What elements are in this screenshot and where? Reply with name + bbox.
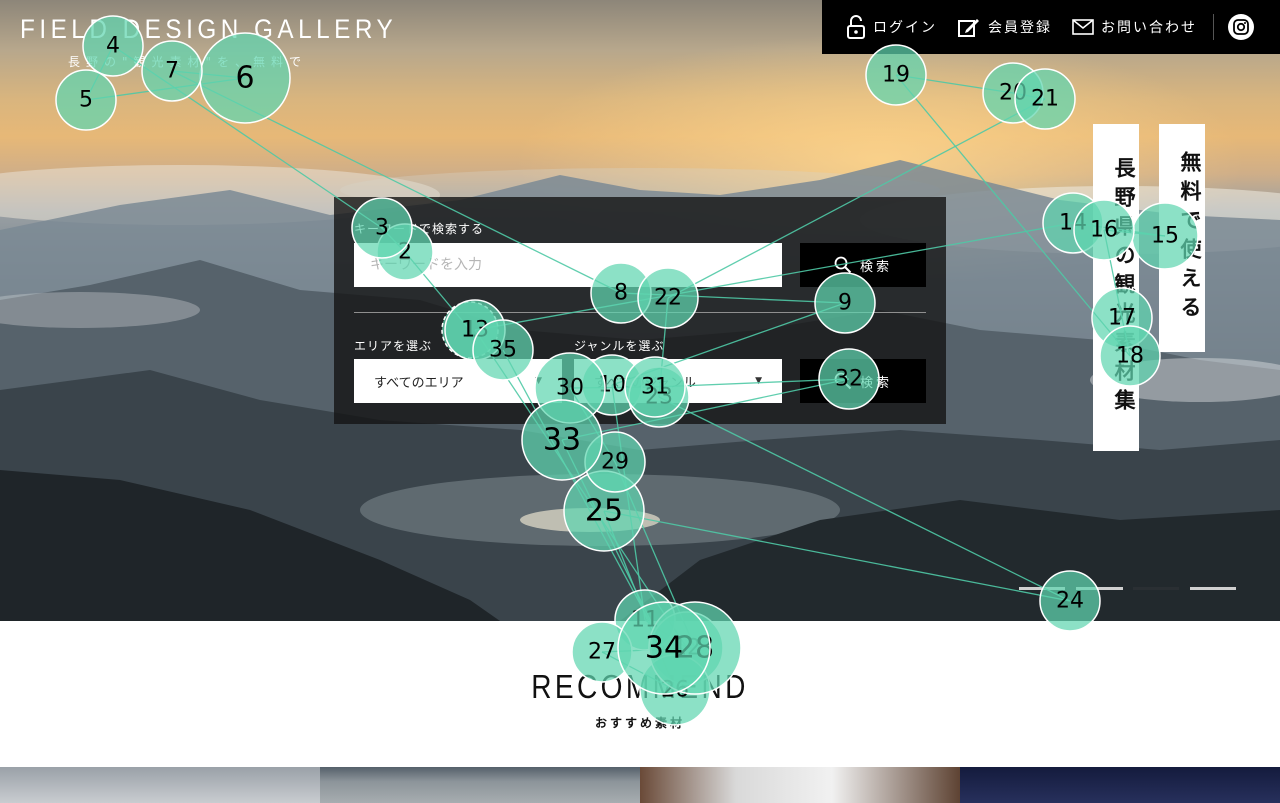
login-label: ログイン (873, 20, 937, 36)
site-tagline: 長野の"観光素材"を、無料で (68, 55, 308, 69)
register-label: 会員登録 (988, 20, 1052, 36)
genre-label: ジャンルを選ぶ (574, 339, 665, 353)
nav-divider (1213, 14, 1214, 40)
keyword-search-button[interactable]: 検索 (800, 243, 926, 287)
keyword-search-label: キーワードで検索する (354, 222, 485, 236)
recommend-thumbnail[interactable] (0, 767, 320, 803)
scanpath-segment (644, 619, 688, 649)
scanpath-segment (601, 647, 696, 653)
area-select-value: すべてのエリア (374, 375, 464, 391)
recommend-thumbnail[interactable] (960, 767, 1280, 803)
search-panel: キーワードで検索する 検索 エリアを選ぶ ジャンルを選ぶ すべてのエリア ▼ す… (334, 197, 946, 424)
filter-search-button-label: 検索 (859, 375, 892, 391)
login-link[interactable]: ログイン (846, 14, 937, 40)
lock-open-icon (847, 15, 865, 39)
slider-dot-4[interactable] (1190, 587, 1236, 590)
recommend-thumbnail[interactable] (640, 767, 960, 803)
register-link[interactable]: 会員登録 (957, 16, 1052, 38)
slider-dot-2[interactable] (1076, 587, 1123, 590)
filter-search-button[interactable]: 検索 (800, 359, 926, 403)
panel-divider (354, 312, 926, 313)
recommend-heading: RECOMMEND (531, 668, 749, 705)
fixation-number: 28 (676, 631, 714, 666)
mail-icon (1072, 19, 1094, 35)
keyword-input[interactable] (354, 243, 782, 287)
recommend-subheading: おすすめ素材 (594, 716, 685, 730)
search-icon (834, 372, 852, 390)
tagline-line-1: 無料で使える (1159, 124, 1205, 352)
contact-label: お問い合わせ (1101, 20, 1197, 36)
instagram-link[interactable] (1228, 14, 1254, 40)
area-select[interactable]: すべてのエリア ▼ (354, 359, 562, 403)
slider-dot-3[interactable] (1133, 587, 1179, 590)
search-icon (834, 256, 852, 274)
keyword-search-button-label: 検索 (859, 259, 892, 275)
site-logo[interactable]: FIELD DESIGN GALLERY (20, 14, 397, 45)
instagram-icon (1233, 19, 1249, 35)
recommend-thumbnail[interactable] (320, 767, 640, 803)
area-label: エリアを選ぶ (354, 339, 433, 353)
contact-link[interactable]: お問い合わせ (1072, 17, 1197, 37)
slider-dot-1[interactable] (1019, 587, 1065, 590)
top-navigation: ログイン 会員登録 お問い合わせ (822, 0, 1280, 54)
chevron-down-icon: ▼ (535, 376, 542, 386)
tagline-line-2: 長野県の観光素材集 (1093, 124, 1139, 451)
chevron-down-icon: ▼ (755, 376, 762, 386)
genre-select-value: すべてのジャンル (594, 375, 696, 391)
genre-select[interactable]: すべてのジャンル ▼ (574, 359, 782, 403)
fixation-number: 34 (645, 631, 683, 666)
pencil-edit-icon (958, 19, 979, 37)
fixation-number: 27 (588, 640, 616, 665)
fixation-number: 12 (673, 636, 701, 661)
